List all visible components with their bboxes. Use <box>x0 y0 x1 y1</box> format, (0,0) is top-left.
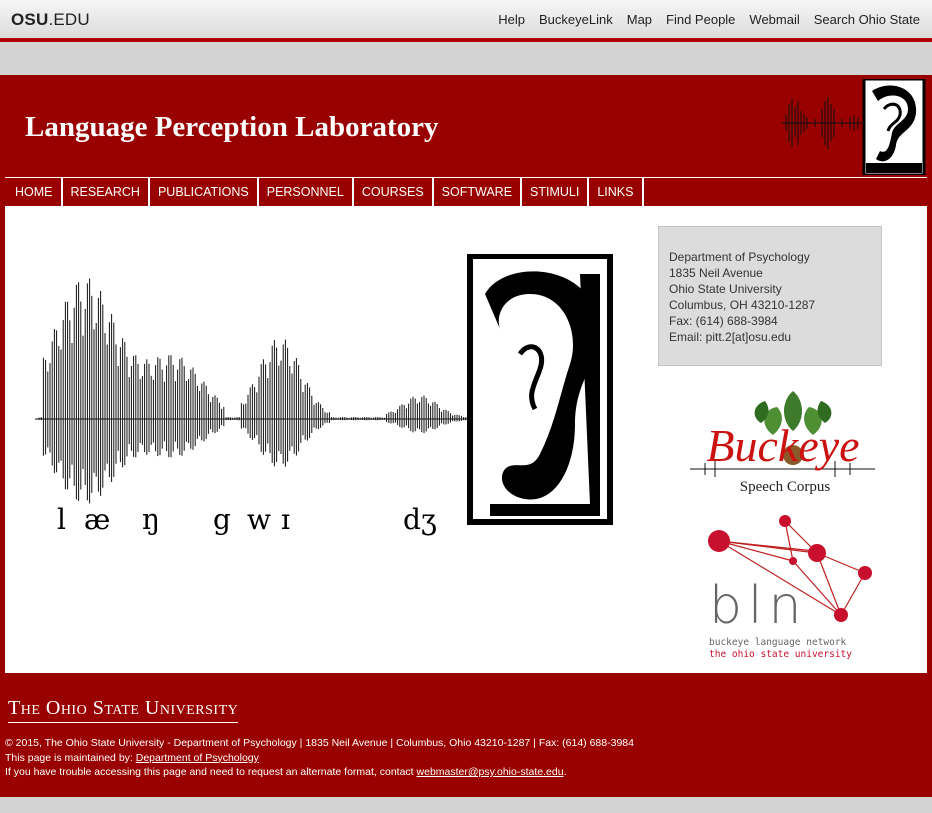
psychology-dept-link[interactable]: Department of Psychology <box>136 752 259 764</box>
buckeye-language-network-logo[interactable]: bln buckeye language network the ohio st… <box>705 511 885 661</box>
nav-stimuli[interactable]: STIMULI <box>522 178 590 206</box>
webmail-link[interactable]: Webmail <box>749 12 799 27</box>
address-line: Department of Psychology <box>669 250 810 264</box>
osu-top-bar: OSU.EDU Help BuckeyeLink Map Find People… <box>0 0 932 42</box>
footer: The Ohio State University © 2015, The Oh… <box>0 673 932 797</box>
main-content: l æ ŋ g w ɪ dʒ Department of Psychology … <box>5 206 927 673</box>
nav-software[interactable]: SOFTWARE <box>434 178 523 206</box>
address-line: Ohio State University <box>669 282 782 296</box>
nav-personnel[interactable]: PERSONNEL <box>259 178 354 206</box>
search-ohio-state-link[interactable]: Search Ohio State <box>814 12 920 27</box>
speech-corpus-caption: Speech Corpus <box>740 479 831 495</box>
find-people-link[interactable]: Find People <box>666 12 735 27</box>
map-link[interactable]: Map <box>627 12 652 27</box>
osu-edu-logo[interactable]: OSU.EDU <box>11 10 90 30</box>
buckeyelink-link[interactable]: BuckeyeLink <box>539 12 613 27</box>
nav-publications[interactable]: PUBLICATIONS <box>150 178 259 206</box>
bln-line2: the ohio state university <box>709 649 852 660</box>
nav-courses[interactable]: COURSES <box>354 178 434 206</box>
site-wrapper: Language Perception Laboratory HOME RESE… <box>0 75 932 797</box>
webmaster-email-link[interactable]: webmaster@psy.ohio-state.edu <box>417 766 564 778</box>
osu-links: Help BuckeyeLink Map Find People Webmail… <box>498 12 920 27</box>
buckeye-speech-corpus-logo[interactable]: Buckeye Speech Corpus <box>685 391 881 496</box>
footer-accessibility: If you have trouble accessing this page … <box>5 765 634 780</box>
nav-links[interactable]: LINKS <box>589 178 644 206</box>
nav-home[interactable]: HOME <box>5 178 63 206</box>
access-suffix: . <box>563 766 567 778</box>
ipa-dzh: dʒ <box>403 503 437 536</box>
ear-woodcut <box>467 254 613 525</box>
osu-logo-bold: OSU <box>11 10 49 29</box>
buckeye-word: Buckeye <box>706 420 859 471</box>
main-nav: HOME RESEARCH PUBLICATIONS PERSONNEL COU… <box>5 177 927 207</box>
access-prefix: If you have trouble accessing this page … <box>5 766 417 778</box>
footer-maintained: This page is maintained by: Department o… <box>5 751 634 766</box>
address-line: 1835 Neil Avenue <box>669 266 763 280</box>
osu-logo-rest: .EDU <box>48 10 90 29</box>
ipa-small-i: ɪ <box>281 503 290 536</box>
bln-letters: bln <box>709 576 807 636</box>
footer-copyright: © 2015, The Ohio State University - Depa… <box>5 737 634 749</box>
osu-wordmark[interactable]: The Ohio State University <box>8 697 239 723</box>
footer-text: © 2015, The Ohio State University - Depa… <box>5 736 634 780</box>
maintained-prefix: This page is maintained by: <box>5 751 136 764</box>
waveform-ear-logo <box>782 79 926 175</box>
site-title[interactable]: Language Perception Laboratory <box>25 111 439 144</box>
help-link[interactable]: Help <box>498 12 525 27</box>
ipa-l: l <box>57 503 66 536</box>
ipa-ae: æ <box>84 503 111 536</box>
ipa-transcription: l æ ŋ g w ɪ dʒ <box>57 503 457 543</box>
address-line: Columbus, OH 43210-1287 <box>669 298 816 312</box>
speech-waveform <box>35 278 470 504</box>
address-box: Department of Psychology 1835 Neil Avenu… <box>658 226 882 366</box>
nav-research[interactable]: RESEARCH <box>63 178 150 206</box>
address-line: Fax: (614) 688-3984 <box>669 314 778 328</box>
ipa-eng: ŋ <box>142 503 161 536</box>
bln-line1: buckeye language network <box>709 637 847 648</box>
ipa-g: g <box>213 503 231 536</box>
address-email: Email: pitt.2[at]osu.edu <box>669 330 792 344</box>
ipa-w: w <box>247 503 271 536</box>
